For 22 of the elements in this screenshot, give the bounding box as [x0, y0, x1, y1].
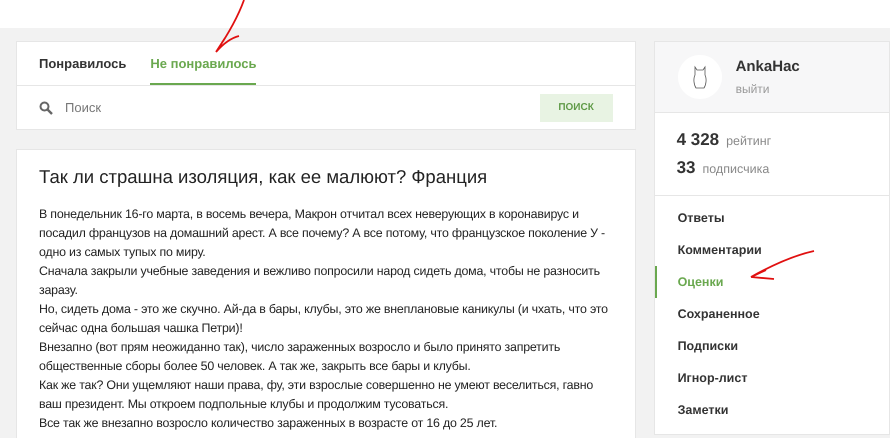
avatar-icon	[678, 55, 722, 99]
menu-item[interactable]: Игнор-лист	[654, 362, 889, 394]
article-paragraph: Как же так? Они ущемляют наши права, фу, эти взрослые совершенно не умеют веселиться, гавно ваш президент. Мы откроем подпольные клубы и продолжим тусоваться.	[39, 376, 594, 413]
menu-item[interactable]: Ответы	[654, 202, 889, 234]
article-paragraph: Все так же внезапно возросло количество зараженных в возрасте от 16 до 25 лет.	[39, 414, 498, 432]
menu-item[interactable]: Сохраненное	[654, 298, 889, 330]
stat-value: 4 328	[676, 129, 720, 151]
article-paragraph: Внезапно (вот прям неожиданно так), число зараженных возросло и было принято запретить общественные сборы более 50 человек. А так же, закрыть все бары и клубы.	[39, 338, 562, 375]
stat-value: 33	[676, 156, 696, 178]
article-paragraph: Но, сидеть дома - это же скучно. Ай-да в бары, клубы, это же внеплановые каникулы (и чхать, что это сейчас одна большая чашка Петри)!	[39, 300, 609, 337]
menu-item[interactable]: Заметки	[654, 394, 889, 426]
user-name: AnkaHac	[736, 56, 800, 77]
menu-item[interactable]: Подписки	[654, 330, 889, 362]
stat-label: подписчика	[702, 160, 770, 178]
stat-label: рейтинг	[726, 133, 772, 150]
menu-item[interactable]: Комментарии	[654, 234, 889, 266]
article-paragraph: В понедельник 16-го марта, в восемь вечера, Макрон отчитал всех неверующих в коронавирус и посадил французов на домашний арест. А все почему? А все потому, что французское поколение У - одно из самых тупых по миру.	[39, 206, 606, 261]
article-paragraph: Сначала закрыли учебные заведения и вежливо попросили народ сидеть дома, чтобы не разносить заразу.	[39, 262, 601, 299]
tab[interactable]: Понравилось	[39, 42, 126, 85]
search-icon	[39, 100, 53, 114]
search-field[interactable]: Поиск	[65, 98, 540, 118]
article-title: Так ли страшна изоляция, как ее малюют? Франция	[39, 165, 488, 189]
